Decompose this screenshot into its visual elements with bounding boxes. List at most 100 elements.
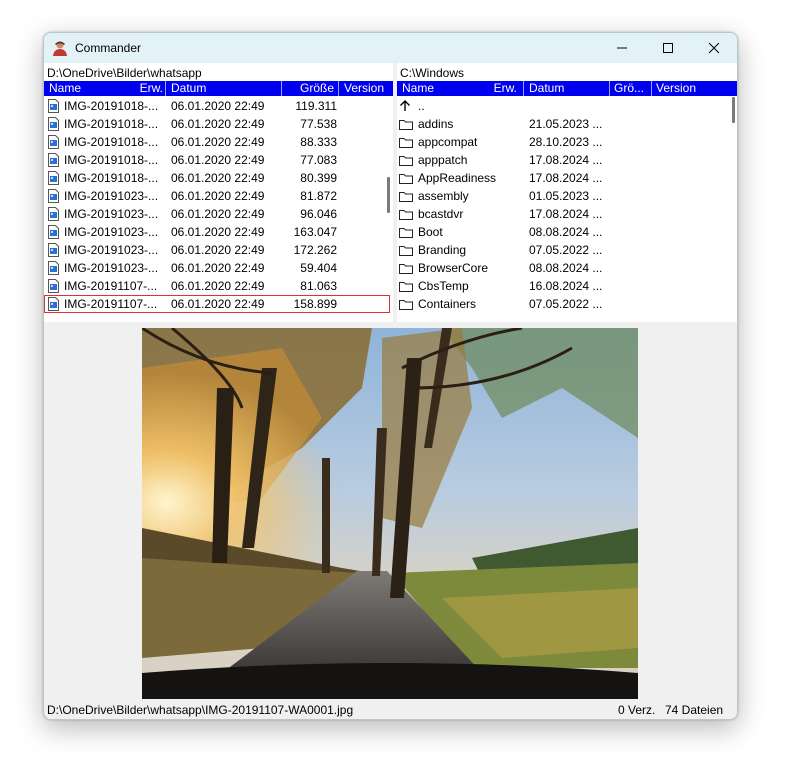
- file-date: 06.01.2020 22:49: [171, 189, 265, 203]
- image-file-icon: [48, 207, 59, 221]
- column-size[interactable]: Grö...: [614, 81, 650, 96]
- file-name: IMG-20191023-...: [64, 189, 159, 203]
- folder-icon: [399, 282, 413, 292]
- right-file-pane[interactable]: C:\Windows Name Erw. Datum Grö... Versio…: [397, 63, 737, 322]
- file-name: IMG-20191023-...: [64, 225, 159, 239]
- title-bar[interactable]: Commander: [44, 33, 737, 63]
- file-date: 06.01.2020 22:49: [171, 171, 265, 185]
- close-button[interactable]: [691, 33, 737, 63]
- folder-row[interactable]: Branding 07.05.2022 ...: [397, 241, 731, 259]
- folder-row[interactable]: addins 21.05.2023 ...: [397, 115, 731, 133]
- right-scrollbar-thumb[interactable]: [732, 97, 735, 123]
- file-row[interactable]: IMG-20191018-... 06.01.2020 22:49 77.538: [44, 115, 390, 133]
- left-file-pane[interactable]: D:\OneDrive\Bilder\whatsapp Name Erw. Da…: [44, 63, 393, 322]
- close-icon: [708, 42, 720, 54]
- folder-icon: [399, 156, 413, 166]
- file-size: 81.872: [300, 189, 337, 203]
- file-row[interactable]: IMG-20191018-... 06.01.2020 22:49 77.083: [44, 151, 390, 169]
- folder-row[interactable]: AppReadiness 17.08.2024 ...: [397, 169, 731, 187]
- column-size[interactable]: Größe: [282, 81, 334, 96]
- file-name: IMG-20191018-...: [64, 135, 159, 149]
- folder-row[interactable]: bcastdvr 17.08.2024 ...: [397, 205, 731, 223]
- column-version[interactable]: Version: [656, 81, 726, 96]
- file-date: 06.01.2020 22:49: [171, 297, 265, 311]
- left-path-label: D:\OneDrive\Bilder\whatsapp: [47, 66, 202, 80]
- image-file-icon: [48, 153, 59, 167]
- image-file-icon: [48, 225, 59, 239]
- folder-date: 07.05.2022 ...: [529, 243, 603, 257]
- file-size: 96.046: [300, 207, 337, 221]
- file-date: 06.01.2020 22:49: [171, 117, 265, 131]
- file-size: 172.262: [293, 243, 337, 257]
- folder-icon: [399, 300, 413, 310]
- image-file-icon: [48, 297, 59, 311]
- folder-name: assembly: [418, 189, 469, 203]
- file-name: IMG-20191018-...: [64, 99, 159, 113]
- folder-icon: [399, 228, 413, 238]
- column-extension[interactable]: Erw.: [133, 81, 163, 96]
- file-size: 163.047: [293, 225, 337, 239]
- parent-directory-row[interactable]: ..: [397, 97, 731, 115]
- file-size: 77.083: [300, 153, 337, 167]
- column-name[interactable]: Name: [49, 81, 99, 96]
- status-directory-count: 0 Verz.: [618, 703, 656, 717]
- left-column-header: Name Erw. Datum Größe Version: [44, 81, 393, 96]
- folder-row[interactable]: assembly 01.05.2023 ...: [397, 187, 731, 205]
- column-separator[interactable]: [165, 81, 166, 96]
- column-separator[interactable]: [651, 81, 652, 96]
- folder-name: AppReadiness: [418, 171, 497, 185]
- column-date[interactable]: Datum: [171, 81, 271, 96]
- folder-date: 08.08.2024 ...: [529, 225, 603, 239]
- left-scrollbar-thumb[interactable]: [387, 177, 390, 213]
- column-separator[interactable]: [523, 81, 524, 96]
- image-file-icon: [48, 171, 59, 185]
- file-size: 81.063: [300, 279, 337, 293]
- file-size: 158.899: [293, 297, 337, 311]
- file-row[interactable]: IMG-20191018-... 06.01.2020 22:49 80.399: [44, 169, 390, 187]
- folder-name: bcastdvr: [418, 207, 464, 221]
- file-name: IMG-20191018-...: [64, 117, 159, 131]
- window-title: Commander: [75, 41, 142, 55]
- file-row[interactable]: IMG-20191018-... 06.01.2020 22:49 88.333: [44, 133, 390, 151]
- folder-icon: [399, 174, 413, 184]
- column-extension[interactable]: Erw.: [486, 81, 517, 96]
- file-size: 59.404: [300, 261, 337, 275]
- right-column-header: Name Erw. Datum Grö... Version: [397, 81, 737, 96]
- file-name: IMG-20191107-...: [64, 279, 158, 293]
- file-name: IMG-20191018-...: [64, 153, 159, 167]
- file-row[interactable]: IMG-20191023-... 06.01.2020 22:49 172.262: [44, 241, 390, 259]
- file-size: 119.311: [295, 99, 337, 113]
- folder-icon: [399, 210, 413, 220]
- minimize-button[interactable]: [599, 33, 645, 63]
- folder-name: Containers: [418, 297, 477, 311]
- file-size: 80.399: [300, 171, 337, 185]
- preview-photo: [142, 328, 638, 699]
- file-row[interactable]: IMG-20191107-... 06.01.2020 22:49 158.899: [44, 295, 390, 313]
- folder-icon: [399, 120, 413, 130]
- folder-name: Branding: [418, 243, 467, 257]
- file-row[interactable]: IMG-20191023-... 06.01.2020 22:49 96.046: [44, 205, 390, 223]
- folder-row[interactable]: appcompat 28.10.2023 ...: [397, 133, 731, 151]
- file-row[interactable]: IMG-20191018-... 06.01.2020 22:49 119.311: [44, 97, 390, 115]
- file-date: 06.01.2020 22:49: [171, 153, 265, 167]
- folder-row[interactable]: apppatch 17.08.2024 ...: [397, 151, 731, 169]
- maximize-button[interactable]: [645, 33, 691, 63]
- column-separator[interactable]: [338, 81, 339, 96]
- file-date: 06.01.2020 22:49: [171, 225, 265, 239]
- file-row[interactable]: IMG-20191023-... 06.01.2020 22:49 59.404: [44, 259, 390, 277]
- column-version[interactable]: Version: [344, 81, 392, 96]
- folder-name: BrowserCore: [418, 261, 489, 275]
- status-path: D:\OneDrive\Bilder\whatsapp\IMG-20191107…: [47, 703, 354, 717]
- commander-window: Commander D:\OneDrive\Bilder\whatsapp Na…: [43, 32, 738, 720]
- file-size: 77.538: [300, 117, 337, 131]
- file-row[interactable]: IMG-20191107-... 06.01.2020 22:49 81.063: [44, 277, 390, 295]
- column-date[interactable]: Datum: [529, 81, 609, 96]
- column-separator[interactable]: [609, 81, 610, 96]
- file-row[interactable]: IMG-20191023-... 06.01.2020 22:49 163.047: [44, 223, 390, 241]
- folder-row[interactable]: CbsTemp 16.08.2024 ...: [397, 277, 731, 295]
- folder-row[interactable]: Boot 08.08.2024 ...: [397, 223, 731, 241]
- folder-row[interactable]: BrowserCore 08.08.2024 ...: [397, 259, 731, 277]
- folder-row[interactable]: Containers 07.05.2022 ...: [397, 295, 731, 313]
- file-row[interactable]: IMG-20191023-... 06.01.2020 22:49 81.872: [44, 187, 390, 205]
- column-name[interactable]: Name: [402, 81, 452, 96]
